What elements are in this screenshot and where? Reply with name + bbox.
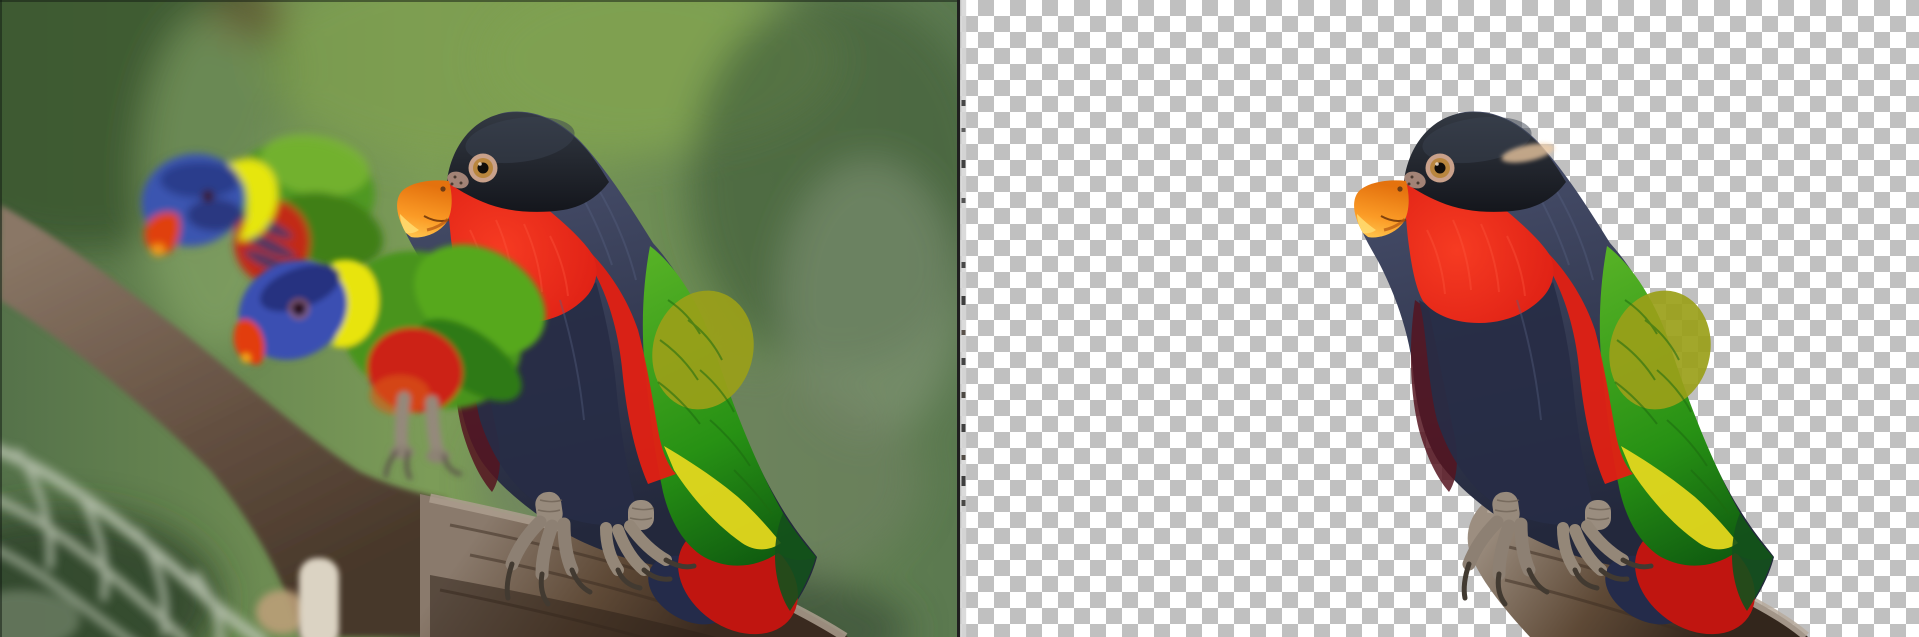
photo-edge-left bbox=[0, 0, 2, 637]
original-photo-panel bbox=[0, 0, 958, 637]
photo-edge-top bbox=[0, 0, 958, 2]
background-removal-comparison bbox=[0, 0, 1919, 637]
transparent-result-panel bbox=[958, 0, 1919, 637]
divider-dark-line bbox=[957, 0, 961, 637]
panel-divider bbox=[957, 0, 967, 637]
divider-light-strip bbox=[960, 0, 967, 637]
